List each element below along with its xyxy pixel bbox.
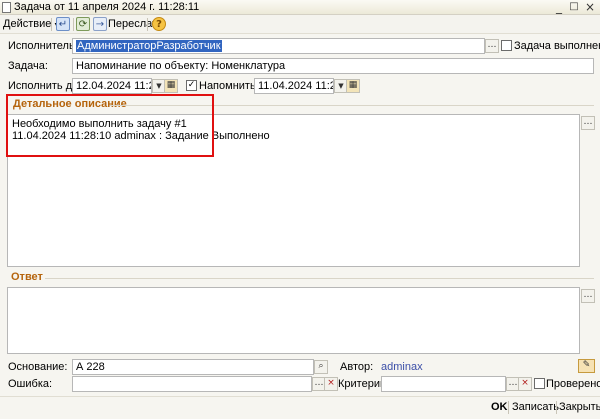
pencil-icon[interactable]: ✎ [578, 359, 595, 373]
button-separator [508, 401, 509, 414]
due-date-field[interactable]: 12.04.2024 11:28:11 [72, 78, 152, 94]
toolbar-separator [51, 18, 52, 31]
refresh-icon[interactable]: ⟳ [76, 17, 90, 31]
ok-button[interactable]: OK [491, 400, 508, 414]
forward-icon[interactable]: → [93, 17, 107, 31]
close-window-button[interactable]: × [583, 1, 597, 14]
window-title: Задача от 11 апреля 2024 г. 11:28:11 [14, 1, 200, 13]
action-menu-label: Действие [3, 18, 52, 30]
toolbar-separator [147, 18, 148, 31]
criteria-field[interactable] [381, 376, 506, 392]
criteria-clear-icon[interactable]: × [518, 377, 532, 391]
close-button[interactable]: Закрыть [559, 400, 600, 414]
task-label: Задача: [8, 60, 48, 72]
bottom-divider [0, 396, 600, 397]
executor-field[interactable]: АдминистраторРазработчик [72, 38, 485, 54]
button-separator [556, 401, 557, 414]
executor-label: Исполнитель: [8, 40, 78, 52]
help-icon[interactable]: ? [152, 17, 166, 31]
calendar-icon[interactable]: ▦ [164, 79, 178, 93]
minimize-button[interactable]: _ [552, 1, 566, 14]
error-clear-icon[interactable]: × [324, 377, 338, 391]
search-icon[interactable]: ⌕ [314, 360, 328, 374]
author-link[interactable]: adminax [381, 359, 423, 375]
task-done-label: Задача выполнена [514, 40, 600, 52]
details-open-button[interactable]: … [581, 116, 595, 130]
toolbar: Действие ▼ ↵ ⟳ → Переслать ? [0, 15, 600, 34]
error-label: Ошибка: [8, 378, 53, 390]
remind-label: Напомнить: [199, 80, 259, 92]
checked-checkbox[interactable] [534, 378, 545, 389]
basis-field[interactable]: А 228 [72, 359, 314, 375]
task-field[interactable]: Напоминание по объекту: Номенклатура [72, 58, 594, 74]
author-label: Автор: [340, 361, 374, 373]
checked-label: Проверено [546, 378, 600, 390]
answer-textarea[interactable] [7, 287, 580, 354]
toolbar-separator [73, 18, 74, 31]
document-icon [2, 2, 11, 13]
remind-date-field[interactable]: 11.04.2024 11:28:11 [254, 78, 334, 94]
error-field[interactable] [72, 376, 312, 392]
due-label: Исполнить до: [8, 80, 82, 92]
save-button[interactable]: Записать [512, 400, 559, 414]
highlight-frame [6, 94, 214, 157]
calendar-icon[interactable]: ▦ [346, 79, 360, 93]
section-divider [45, 278, 594, 279]
save-and-close-icon[interactable]: ↵ [56, 17, 70, 31]
answer-section-title: Ответ [11, 271, 43, 283]
maximize-button[interactable]: □ [567, 1, 581, 14]
task-done-checkbox[interactable] [501, 40, 512, 51]
title-bar: Задача от 11 апреля 2024 г. 11:28:11 _ □… [0, 0, 600, 15]
executor-select-button[interactable]: … [485, 39, 499, 53]
executor-value: АдминистраторРазработчик [76, 40, 222, 52]
answer-open-button[interactable]: … [581, 289, 595, 303]
basis-label: Основание: [8, 361, 68, 373]
remind-checkbox[interactable]: ✓ [186, 80, 197, 91]
